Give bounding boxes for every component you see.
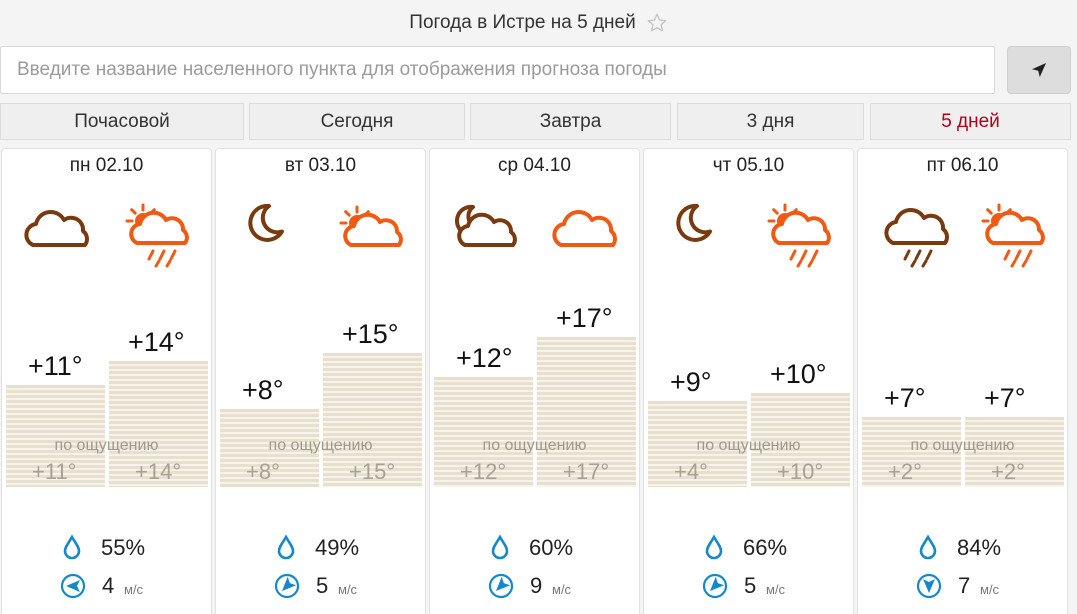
humidity-value: 55% [101, 535, 146, 560]
night-temperature: +8° [242, 375, 284, 405]
tab-3-days[interactable]: 3 дня [677, 103, 864, 140]
tab-label: Сегодня [320, 110, 394, 132]
cloudy-icon [24, 209, 89, 247]
feels-like-label: по ощущению [696, 437, 801, 454]
tab-label: Почасовой [74, 110, 170, 132]
day-feels-like: +14° [135, 459, 182, 484]
wind-unit: м/с [766, 582, 786, 597]
wind-speed-value: 5 [316, 573, 329, 598]
day-forecast-card[interactable]: вт 03.10 +8° +15° по ощущению +8° +15° 4… [215, 148, 426, 614]
humidity-value: 84% [957, 535, 1002, 560]
sun-cloud-rain-icon [767, 203, 831, 268]
humidity-drop-icon [277, 534, 295, 560]
night-feels-like: +8° [246, 459, 280, 484]
night-feels-like: +12° [460, 459, 507, 484]
wind-direction-icon [916, 573, 942, 599]
sun-cloud-icon [339, 205, 403, 247]
feels-like-label: по ощущению [482, 437, 587, 454]
day-feels-like: +17° [563, 459, 610, 484]
day-forecast-card[interactable]: пн 02.10 +11° +14° по ощущению +11° +14°… [1, 148, 212, 614]
wind-speed-value: 4 [102, 573, 115, 598]
day-date: пт 06.10 [926, 155, 999, 176]
feels-like-label: по ощущению [54, 437, 159, 454]
geolocation-button[interactable] [1007, 46, 1071, 94]
night-feels-like: +11° [32, 459, 77, 484]
tab-hourly[interactable]: Почасовой [0, 103, 244, 140]
tab-label: 5 дней [941, 110, 1000, 132]
day-temperature: +14° [128, 327, 185, 357]
humidity-value: 66% [743, 535, 788, 560]
cloud-rain-icon [884, 207, 949, 268]
wind-unit: м/с [338, 582, 358, 597]
night-temperature: +9° [670, 367, 712, 397]
wind-unit: м/с [552, 582, 572, 597]
humidity-value: 60% [529, 535, 574, 560]
day-forecast-card[interactable]: ср 04.10 +12° +17° по ощущению +12° +17°… [429, 148, 640, 614]
day-forecast-card[interactable]: пт 06.10 +7° +7° по ощущению +2° +2° 84%… [857, 148, 1068, 614]
page-header: Погода в Истре на 5 дней [0, 0, 1077, 46]
day-temperature: +10° [770, 359, 827, 389]
humidity-drop-icon [63, 534, 81, 560]
day-date: пн 02.10 [69, 155, 144, 176]
night-feels-like: +4° [674, 459, 708, 484]
day-temperature: +17° [556, 303, 613, 333]
wind-unit: м/с [124, 582, 144, 597]
day-date: ср 04.10 [498, 155, 571, 176]
day-forecast-card[interactable]: чт 05.10 +9° +10° по ощущению +4° +10° 6… [643, 148, 854, 614]
tab-today[interactable]: Сегодня [249, 103, 465, 140]
day-temperature: +7° [984, 383, 1026, 413]
night-temperature: +11° [28, 351, 83, 381]
humidity-drop-icon [491, 534, 509, 560]
day-feels-like: +15° [349, 459, 396, 484]
moon-icon [248, 203, 284, 242]
sun-cloud-rain-icon [981, 203, 1045, 268]
night-temperature: +7° [884, 383, 926, 413]
city-search-input[interactable] [0, 46, 995, 94]
favorite-star-icon[interactable] [646, 12, 668, 34]
tab-tomorrow[interactable]: Завтра [470, 103, 671, 140]
moon-cloud-icon [454, 204, 517, 247]
humidity-drop-icon [919, 534, 937, 560]
wind-speed-value: 5 [744, 573, 757, 598]
moon-icon [676, 203, 712, 242]
tab-label: 3 дня [746, 110, 795, 132]
sun-cloud-rain-icon [125, 203, 189, 268]
tab-label: Завтра [539, 110, 602, 132]
day-date: чт 05.10 [712, 155, 785, 176]
page-title: Погода в Истре на 5 дней [409, 12, 636, 33]
wind-direction-icon [702, 573, 728, 599]
wind-direction-icon [60, 573, 86, 599]
tab-5-days[interactable]: 5 дней [870, 103, 1071, 140]
wind-speed-value: 9 [530, 573, 543, 598]
feels-like-label: по ощущению [268, 437, 373, 454]
night-feels-like: +2° [888, 459, 922, 484]
location-arrow-icon [1032, 63, 1046, 77]
wind-speed-value: 7 [958, 573, 971, 598]
day-date: вт 03.10 [284, 155, 357, 176]
feels-like-label: по ощущению [910, 437, 1015, 454]
wind-direction-icon [274, 573, 300, 599]
humidity-value: 49% [315, 535, 360, 560]
cloudy-icon [552, 209, 617, 247]
wind-unit: м/с [980, 582, 1000, 597]
humidity-drop-icon [705, 534, 723, 560]
day-temperature: +15° [342, 319, 399, 349]
day-feels-like: +2° [991, 459, 1025, 484]
wind-direction-icon [488, 573, 514, 599]
night-temperature: +12° [456, 343, 513, 373]
day-feels-like: +10° [777, 459, 824, 484]
